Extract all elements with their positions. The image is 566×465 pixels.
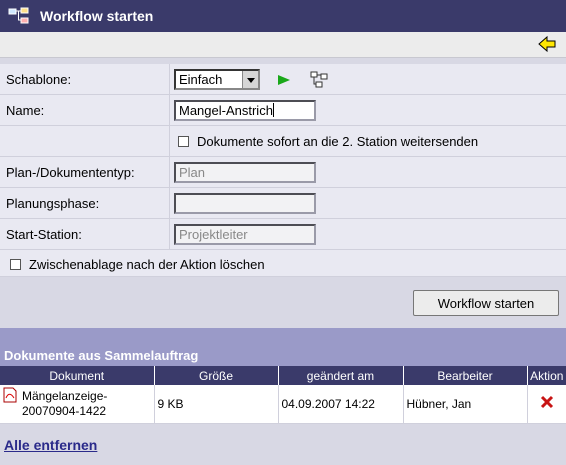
phase-label: Planungsphase:	[6, 196, 100, 211]
toolbar	[0, 32, 566, 58]
back-arrow-icon[interactable]	[536, 34, 558, 54]
clear-clipboard-row: Zwischenablage nach der Aktion löschen	[0, 250, 566, 277]
name-field-wrapper: Mangel-Anstrich	[174, 100, 316, 121]
name-input[interactable]: Mangel-Anstrich	[174, 100, 316, 121]
plan-type-field: Plan	[174, 162, 316, 183]
size-cell: 9 KB	[154, 385, 279, 424]
column-divider	[169, 219, 170, 249]
action-cell	[527, 385, 566, 424]
play-icon[interactable]	[277, 74, 291, 86]
start-station-row: Start-Station: Projektleiter	[0, 219, 566, 250]
send-option-field: Dokumente sofort an die 2. Station weite…	[178, 134, 478, 149]
remove-all-link[interactable]: Alle entfernen	[4, 437, 97, 453]
schablone-row: Schablone: Einfach	[0, 64, 566, 95]
name-input-value: Mangel-Anstrich	[179, 103, 273, 118]
table-header-row: Dokument Größe geändert am Bearbeiter Ak…	[0, 366, 566, 385]
column-divider	[169, 95, 170, 125]
workflow-form: Schablone: Einfach Name: Mangel-Anstrich	[0, 64, 566, 277]
start-workflow-button[interactable]: Workflow starten	[413, 290, 559, 316]
send-option-label: Dokumente sofort an die 2. Station weite…	[197, 134, 479, 149]
clear-clipboard-checkbox[interactable]	[10, 259, 21, 270]
delete-x-icon[interactable]	[540, 395, 554, 409]
changed-cell: 04.09.2007 14:22	[278, 385, 404, 424]
schablone-select[interactable]: Einfach	[174, 69, 260, 90]
start-station-field: Projektleiter	[174, 224, 316, 245]
plan-type-field-wrapper: Plan	[174, 162, 316, 183]
editor-cell: Hübner, Jan	[403, 385, 528, 424]
pdf-icon	[3, 387, 17, 403]
workflow-icon	[8, 7, 29, 24]
clear-clipboard-field: Zwischenablage nach der Aktion löschen	[10, 257, 265, 272]
schablone-select-value: Einfach	[179, 72, 223, 87]
chevron-down-icon[interactable]	[242, 71, 258, 88]
column-header-editor[interactable]: Bearbeiter	[403, 366, 528, 385]
column-header-changed[interactable]: geändert am	[278, 366, 404, 385]
table-row: Mängelanzeige-20070904-1422 9 KB 04.09.2…	[0, 385, 566, 424]
documents-table: Dokument Größe geändert am Bearbeiter Ak…	[0, 366, 566, 424]
column-divider	[169, 64, 170, 94]
documents-title: Dokumente aus Sammelauftrag	[0, 328, 566, 366]
plan-type-row: Plan-/Dokumententyp: Plan	[0, 157, 566, 188]
text-caret	[272, 103, 274, 117]
button-area: Workflow starten	[0, 282, 566, 328]
title-bar: Workflow starten	[0, 0, 566, 32]
column-header-size[interactable]: Größe	[154, 366, 279, 385]
start-station-field-wrapper: Projektleiter	[174, 224, 316, 245]
send-option-row: Dokumente sofort an die 2. Station weite…	[0, 126, 566, 157]
phase-field	[174, 193, 316, 214]
name-label: Name:	[6, 103, 45, 118]
documents-section: Dokumente aus Sammelauftrag Dokument Grö…	[0, 328, 566, 424]
document-cell[interactable]: Mängelanzeige-20070904-1422	[0, 385, 155, 424]
column-divider	[169, 157, 170, 187]
start-station-label: Start-Station:	[6, 227, 82, 242]
column-divider	[169, 188, 170, 218]
column-header-document[interactable]: Dokument	[0, 366, 155, 385]
schablone-label: Schablone:	[6, 72, 72, 87]
document-name[interactable]: Mängelanzeige-20070904-1422	[2, 389, 151, 419]
window-title: Workflow starten	[40, 8, 154, 24]
clear-clipboard-label: Zwischenablage nach der Aktion löschen	[29, 257, 265, 272]
plan-type-label: Plan-/Dokumententyp:	[6, 165, 135, 180]
column-divider	[169, 126, 170, 156]
phase-row: Planungsphase:	[0, 188, 566, 219]
schablone-field: Einfach	[174, 69, 334, 91]
name-row: Name: Mangel-Anstrich	[0, 95, 566, 126]
send-option-checkbox[interactable]	[178, 136, 189, 147]
workflow-tree-icon[interactable]	[310, 71, 328, 89]
column-header-action: Aktion	[527, 366, 566, 385]
phase-field-wrapper	[174, 193, 316, 214]
